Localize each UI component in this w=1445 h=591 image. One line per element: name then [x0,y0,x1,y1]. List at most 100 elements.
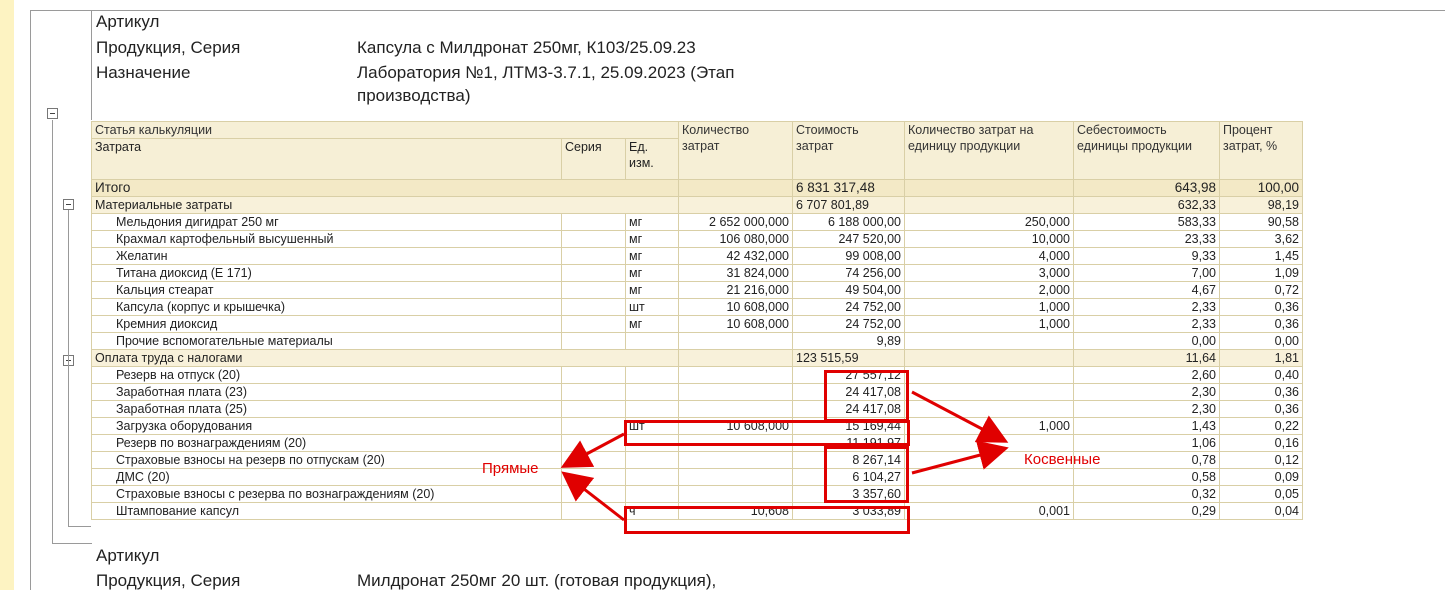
item-pct: 0,36 [1219,315,1303,333]
item-qty: 42 432,000 [678,247,793,265]
cost-item-row: Кремния диоксид мг 10 608,000 24 752,00 1,00… [91,315,1303,333]
item-pct: 0,09 [1219,468,1303,486]
item-cost: 6 188 000,00 [792,213,905,231]
item-qty-per-unit: 3,000 [904,264,1074,282]
highlight-indirect-top [824,370,909,422]
item-unit-cost: 2,33 [1073,315,1220,333]
item-qty [678,400,793,418]
item-pct: 0,00 [1219,332,1303,350]
item-series [561,213,626,231]
tree-branch-line [68,210,69,526]
group-label: Материальные затраты [91,196,679,214]
item-qty-per-unit [904,332,1074,350]
item-series [561,332,626,350]
collapse-report-button[interactable] [47,108,58,119]
item-qty: 10 608,000 [678,315,793,333]
group-qpu [904,196,1074,214]
col-qpu-l1: Количество затрат на [908,123,1034,137]
item-series [561,247,626,265]
group-qty [678,349,793,367]
group-row: Материальные затраты 6 707 801,89 632,33 98… [91,196,1303,214]
cost-item-row: Заработная плата (25) 24 417,08 2,30 0,36 [91,400,1303,418]
item-pct: 0,04 [1219,502,1303,520]
item-series [561,417,626,435]
item-unit [625,485,679,503]
item-pct: 0,12 [1219,451,1303,469]
item-pct: 0,05 [1219,485,1303,503]
cost-item-row: Страховые взносы с резерва по вознагражд… [91,485,1303,503]
annotation-indirect: Косвенные [1024,451,1101,468]
group-unit-cost: 632,33 [1073,196,1220,214]
col-series-header: Серия [561,138,626,180]
highlight-equipment-row [624,420,910,446]
col-qty-l2: затрат [682,139,720,153]
col-pct-header: Процент затрат, % [1219,121,1303,180]
item-name: Загрузка оборудования [91,417,562,435]
total-qty [678,179,793,197]
item-unit-cost: 23,33 [1073,230,1220,248]
item-pct: 1,09 [1219,264,1303,282]
item-qty: 2 652 000,000 [678,213,793,231]
item-unit-cost: 4,67 [1073,281,1220,299]
item-series [561,468,626,486]
col-pct-l2: затрат, % [1223,139,1278,153]
header-row-article: Статья калькуляции Количество затрат Стои… [91,121,1303,180]
cost-item-row: Капсула (корпус и крышечка) шт 10 608,000 2… [91,298,1303,316]
col-cost-item-header: Затрата [91,138,562,180]
group-tree-line [52,120,53,544]
item-unit: мг [625,213,679,231]
item-cost: 74 256,00 [792,264,905,282]
total-pct: 100,00 [1219,179,1303,197]
item-qty-per-unit [904,468,1074,486]
item-series [561,485,626,503]
item-qty-per-unit [904,366,1074,384]
item-pct: 1,45 [1219,247,1303,265]
item-unit: мг [625,264,679,282]
item-qty [678,485,793,503]
item-name: Страховые взносы с резерва по вознагражд… [91,485,562,503]
item-pct: 0,22 [1219,417,1303,435]
item-qty: 10 608,000 [678,298,793,316]
item-unit: мг [625,315,679,333]
item-name: Желатин [91,247,562,265]
item-cost: 247 520,00 [792,230,905,248]
item-series [561,434,626,452]
item-qty-per-unit: 4,000 [904,247,1074,265]
collapse-materials-group-button[interactable] [63,199,74,210]
col-unit-cost-header: Себестоимость единицы продукции [1073,121,1220,180]
article-label-2: Артикул [96,546,160,565]
total-label: Итого [91,179,679,197]
item-pct: 0,40 [1219,366,1303,384]
item-name: Прочие вспомогательные материалы [91,332,562,350]
item-cost: 9,89 [792,332,905,350]
group-cost: 123 515,59 [792,349,905,367]
total-unit-cost: 643,98 [1073,179,1220,197]
item-pct: 90,58 [1219,213,1303,231]
item-qty-per-unit [904,383,1074,401]
item-qty [678,366,793,384]
item-pct: 0,36 [1219,383,1303,401]
item-cost: 49 504,00 [792,281,905,299]
item-pct: 0,16 [1219,434,1303,452]
item-cost: 24 752,00 [792,298,905,316]
item-qty [678,383,793,401]
item-series [561,298,626,316]
col-unit-l1: Ед. [629,140,649,154]
item-unit [625,332,679,350]
col-article-header: Статья калькуляции [91,121,679,139]
report-frame-inner [91,10,92,120]
item-pct: 0,72 [1219,281,1303,299]
col-qty-l1: Количество [682,123,750,137]
item-series [561,264,626,282]
item-unit-cost: 1,06 [1073,434,1220,452]
purpose-value-line2: производства) [357,86,471,105]
item-unit-cost: 9,33 [1073,247,1220,265]
cost-item-row: Мельдония дигидрат 250 мг мг 2 652 000,000… [91,213,1303,231]
highlight-indirect-bottom [824,446,909,503]
cost-calculation-table: Статья калькуляции Количество затрат Стои… [91,121,1303,520]
item-pct: 0,36 [1219,400,1303,418]
item-name: Резерв на отпуск (20) [91,366,562,384]
group-cost: 6 707 801,89 [792,196,905,214]
item-qty-per-unit [904,400,1074,418]
item-series [561,366,626,384]
